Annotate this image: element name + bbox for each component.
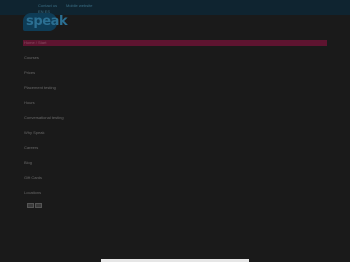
menu-item-conversational-testing[interactable]: Conversational testing (23, 115, 327, 121)
mobile-website-link[interactable]: Mobile website (66, 3, 92, 8)
flag-es-icon[interactable] (35, 203, 42, 208)
menu-item-label: Gift Cards (24, 175, 43, 180)
menu-item-label: Blog (24, 160, 33, 165)
menu-item-label: Placement testing (24, 85, 56, 90)
menu-item-prices[interactable]: Prices (23, 70, 327, 76)
menu-item-hours[interactable]: Hours (23, 100, 327, 106)
menu-item-home[interactable]: Home / Start (23, 40, 327, 46)
logo[interactable]: speak (23, 13, 68, 35)
menu-item-label: Home / Start (24, 40, 47, 45)
menu-item-label: Locations (24, 190, 42, 195)
menu-item-careers[interactable]: Careers (23, 145, 327, 151)
contact-link[interactable]: Contact us (38, 3, 57, 8)
menu-item-locations[interactable]: Locations (23, 190, 327, 196)
menu-item-blog[interactable]: Blog (23, 160, 327, 166)
menu-item-courses[interactable]: Courses (23, 55, 327, 61)
menu-item-gift-cards[interactable]: Gift Cards (23, 175, 327, 181)
menu-item-label: Hours (24, 100, 35, 105)
menu-item-label: Prices (24, 70, 36, 75)
menu-item-label: Courses (24, 55, 39, 60)
menu-item-label: Conversational testing (24, 115, 64, 120)
menu-item-why-speak[interactable]: Why Speak (23, 130, 327, 136)
logo-wordmark: speak (26, 14, 68, 29)
menu-item-label: Why Speak (24, 130, 45, 135)
menu-item-placement-testing[interactable]: Placement testing (23, 85, 327, 91)
mobile-menu-overlay: Contact us Mobile website EN ES speak Ho… (0, 0, 350, 262)
menu-item-label: Careers (24, 145, 39, 150)
flag-en-icon[interactable] (27, 203, 34, 208)
